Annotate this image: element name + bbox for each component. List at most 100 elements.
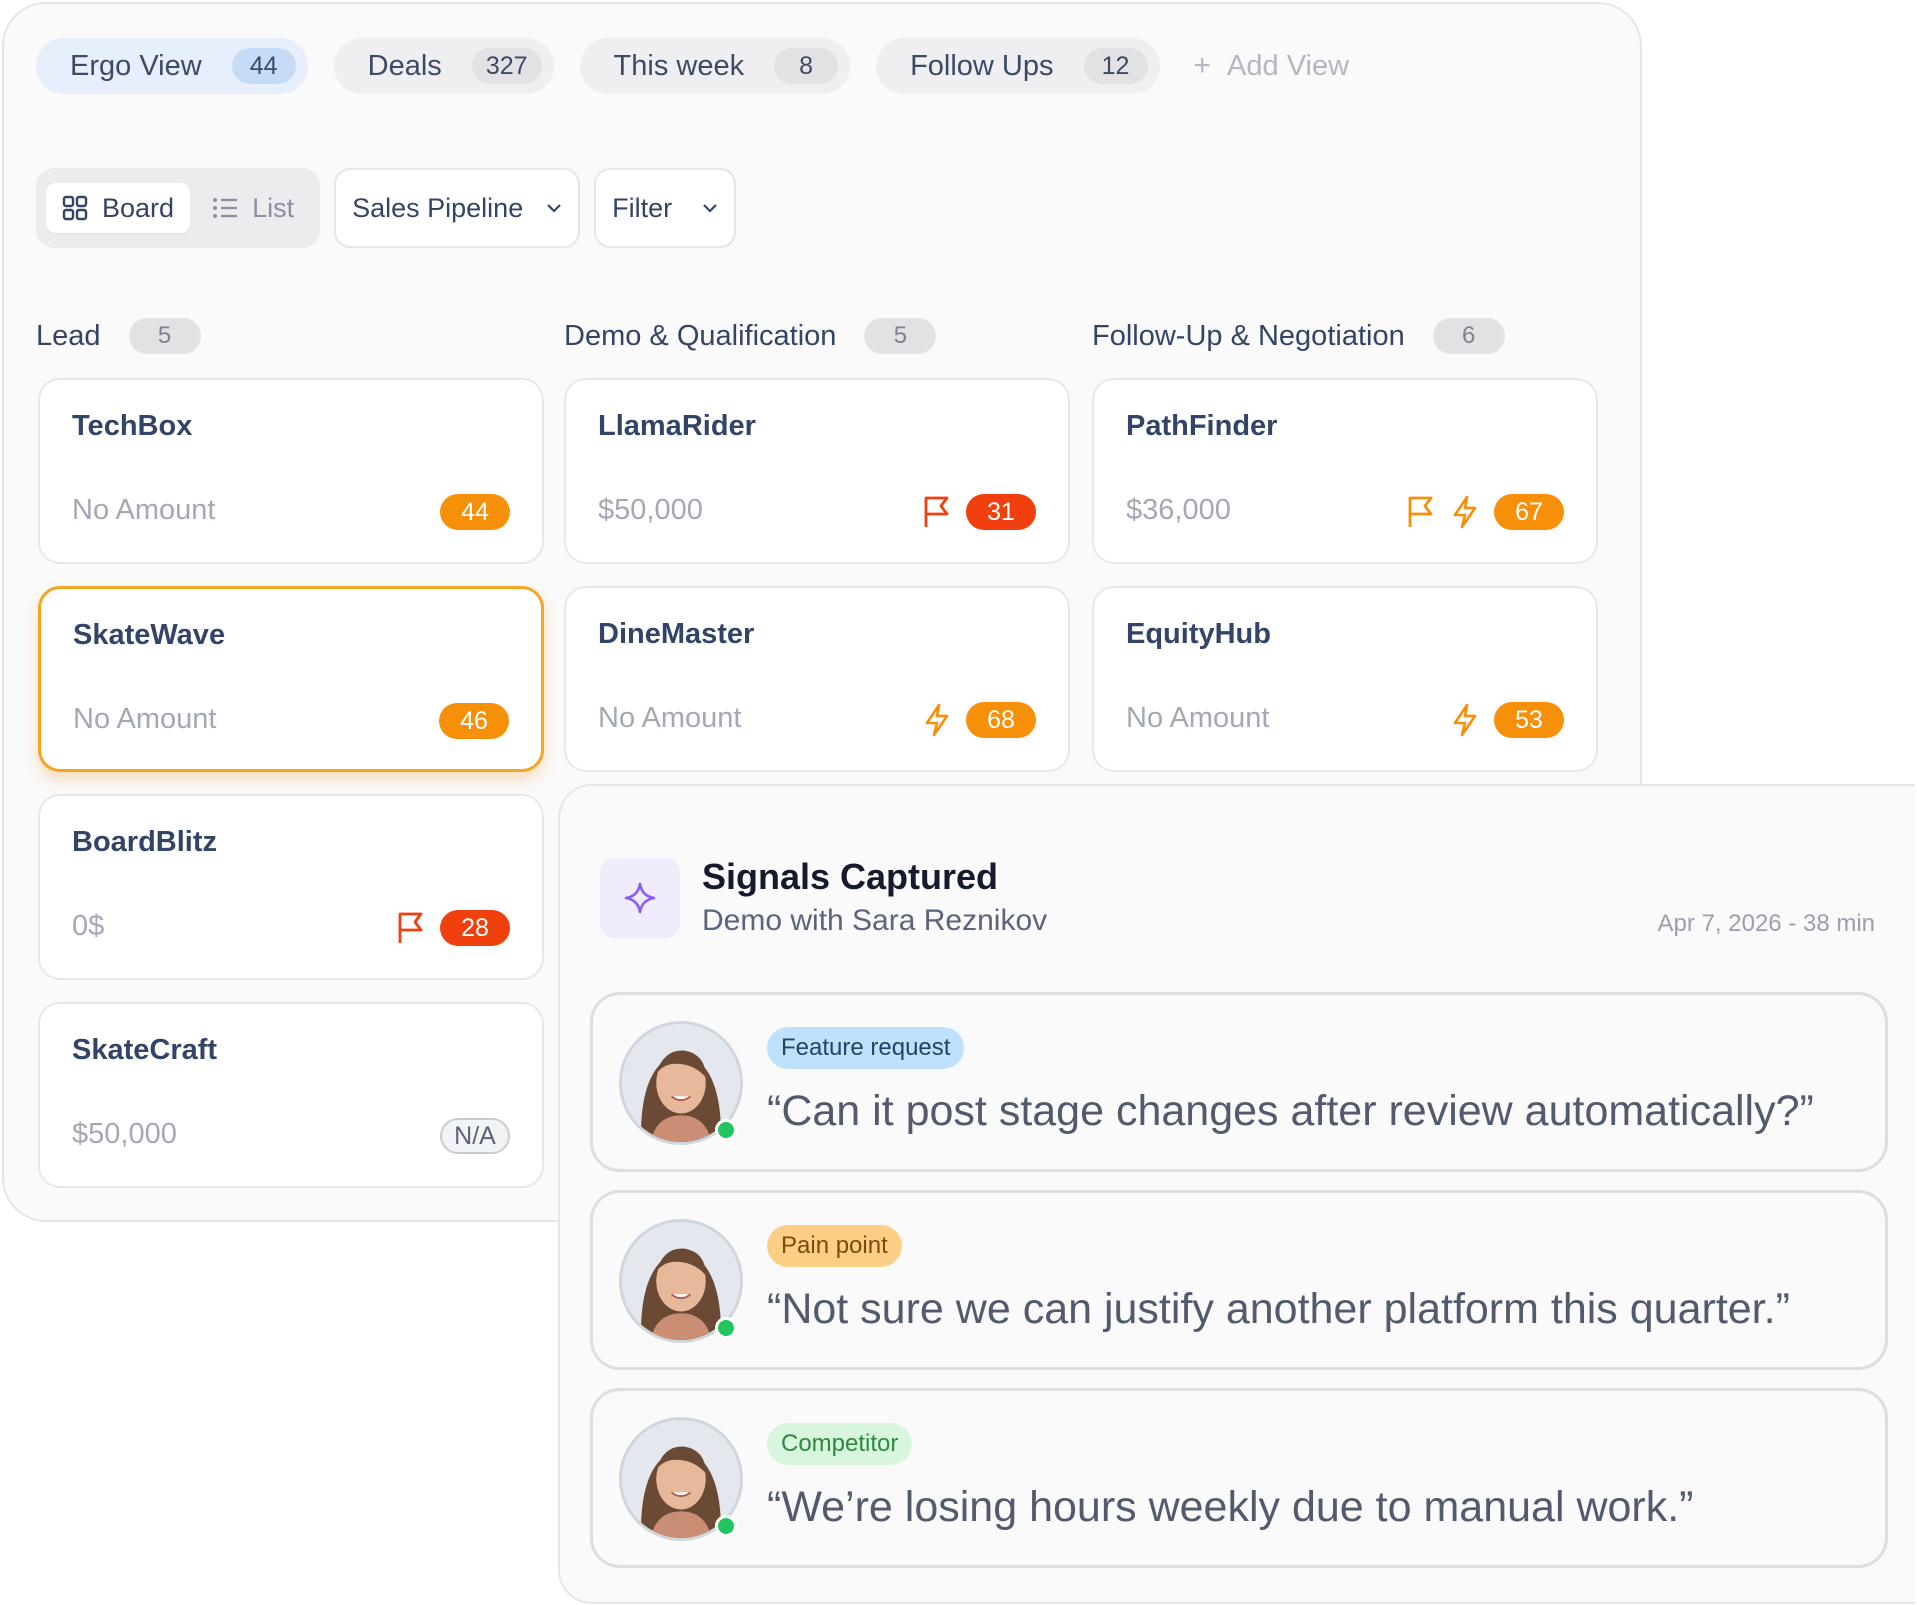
- deal-amount: No Amount: [1126, 702, 1270, 734]
- column-header: Lead 5: [36, 316, 542, 356]
- plus-icon: +: [1193, 49, 1212, 82]
- tab-label: Ergo View: [70, 49, 202, 82]
- view-toggle: Board List: [36, 168, 321, 248]
- deal-card-llamarider[interactable]: LlamaRider $50,000 31: [564, 378, 1070, 564]
- board-label: Board: [102, 192, 175, 223]
- column-title: Demo & Qualification: [564, 319, 837, 352]
- deal-amount: No Amount: [73, 703, 217, 735]
- tab-count: 8: [774, 48, 839, 84]
- deal-amount: No Amount: [72, 494, 216, 526]
- deal-name: EquityHub: [1126, 618, 1271, 650]
- online-indicator: [715, 1119, 737, 1141]
- signal-card[interactable]: Feature request “Can it post stage chang…: [590, 992, 1888, 1172]
- column-count: 6: [1432, 318, 1505, 354]
- sparkle-icon: [624, 882, 656, 914]
- board-view-button[interactable]: Board: [46, 183, 191, 233]
- deal-name: PathFinder: [1126, 410, 1278, 442]
- signal-quote: “Can it post stage changes after review …: [767, 1087, 1814, 1135]
- column-title: Lead: [36, 319, 101, 352]
- avatar: [619, 1219, 743, 1343]
- score-badge: 68: [966, 702, 1036, 738]
- list-icon: [213, 198, 238, 218]
- add-view-button[interactable]: + Add View: [1186, 49, 1350, 83]
- score-badge: 46: [439, 703, 509, 739]
- signals-panel: Signals Captured Demo with Sara Reznikov…: [558, 784, 1915, 1604]
- filter-label: Filter: [612, 192, 673, 223]
- signals-meta: Apr 7, 2026 - 38 min: [1657, 910, 1875, 937]
- deal-card-techbox[interactable]: TechBox No Amount 44: [38, 378, 544, 564]
- list-label: List: [252, 192, 295, 223]
- add-view-label: Add View: [1227, 49, 1350, 82]
- signal-card[interactable]: Competitor “We’re losing hours weekly du…: [590, 1388, 1888, 1568]
- avatar: [619, 1021, 743, 1145]
- tab-follow-ups[interactable]: Follow Ups 12: [876, 38, 1160, 94]
- tab-this-week[interactable]: This week 8: [579, 38, 851, 94]
- online-indicator: [715, 1515, 737, 1537]
- signal-quote: “Not sure we can justify another platfor…: [767, 1285, 1790, 1333]
- deal-card-equityhub[interactable]: EquityHub No Amount 53: [1092, 586, 1598, 772]
- signals-title: Signals Captured: [702, 856, 999, 897]
- deal-name: TechBox: [72, 410, 193, 442]
- column-follow-up-negotiation: Follow-Up & Negotiation 6: [1092, 316, 1598, 356]
- lightning-icon: [1453, 703, 1477, 737]
- flag-icon: [924, 496, 949, 527]
- deal-card-boardblitz[interactable]: BoardBlitz 0$ 28: [38, 794, 544, 980]
- tab-deals[interactable]: Deals 327: [333, 38, 554, 94]
- score-badge: 28: [440, 910, 510, 946]
- tab-label: Deals: [367, 49, 442, 82]
- list-view-button[interactable]: List: [196, 183, 310, 233]
- filter-select[interactable]: Filter: [594, 168, 737, 248]
- lightning-icon: [925, 703, 949, 737]
- column-header: Follow-Up & Negotiation 6: [1092, 316, 1598, 356]
- score-badge: 67: [1494, 494, 1564, 530]
- tab-ergo-view[interactable]: Ergo View 44: [36, 38, 308, 94]
- avatar: [619, 1417, 743, 1541]
- chevron-down-icon: [547, 204, 561, 213]
- deal-name: BoardBlitz: [72, 826, 217, 858]
- flag-icon: [1408, 496, 1433, 527]
- chevron-down-icon: [703, 204, 717, 213]
- signal-quote: “We’re losing hours weekly due to manual…: [767, 1483, 1694, 1531]
- deal-amount: $36,000: [1126, 494, 1231, 526]
- signals-icon-box: [600, 858, 680, 938]
- deal-name: SkateWave: [73, 619, 226, 651]
- column-header: Demo & Qualification 5: [564, 316, 1070, 356]
- deal-card-dinemaster[interactable]: DineMaster No Amount 68: [564, 586, 1070, 772]
- view-tabs: Ergo View 44 Deals 327 This week 8 Follo…: [36, 38, 1349, 94]
- toolbar: Board List Sales Pipeline Filter: [36, 168, 737, 248]
- tab-label: This week: [613, 49, 745, 82]
- signal-tag: Feature request: [767, 1027, 965, 1069]
- deal-name: SkateCraft: [72, 1034, 218, 1066]
- deal-card-pathfinder[interactable]: PathFinder $36,000 67: [1092, 378, 1598, 564]
- score-badge: 44: [440, 494, 510, 530]
- column-title: Follow-Up & Negotiation: [1092, 319, 1405, 352]
- tab-count: 327: [471, 48, 542, 84]
- score-badge: 31: [966, 494, 1036, 530]
- tab-count: 12: [1083, 48, 1148, 84]
- deal-amount: $50,000: [72, 1118, 177, 1150]
- online-indicator: [715, 1317, 737, 1339]
- deal-amount: $50,000: [598, 494, 703, 526]
- score-badge: 53: [1494, 702, 1564, 738]
- deal-amount: 0$: [72, 910, 105, 942]
- column-count: 5: [864, 318, 937, 354]
- deal-name: DineMaster: [598, 618, 755, 650]
- column-count: 5: [128, 318, 201, 354]
- signal-tag: Competitor: [767, 1423, 913, 1465]
- signal-tag: Pain point: [767, 1225, 902, 1267]
- tab-count: 44: [231, 48, 296, 84]
- grid-icon: [62, 195, 88, 221]
- lightning-icon: [1453, 495, 1477, 529]
- signal-card[interactable]: Pain point “Not sure we can justify anot…: [590, 1190, 1888, 1370]
- signals-subtitle: Demo with Sara Reznikov: [702, 904, 1048, 937]
- pipeline-select[interactable]: Sales Pipeline: [334, 168, 581, 248]
- deal-card-skatecraft[interactable]: SkateCraft $50,000 N/A: [38, 1002, 544, 1188]
- flag-icon: [398, 912, 423, 943]
- column-demo-qualification: Demo & Qualification 5: [564, 316, 1070, 356]
- score-badge: N/A: [440, 1118, 510, 1154]
- deal-amount: No Amount: [598, 702, 742, 734]
- pipeline-value: Sales Pipeline: [352, 192, 524, 223]
- deal-card-skatewave[interactable]: SkateWave No Amount 46: [38, 586, 544, 772]
- column-lead: Lead 5: [36, 316, 542, 356]
- deal-name: LlamaRider: [598, 410, 756, 442]
